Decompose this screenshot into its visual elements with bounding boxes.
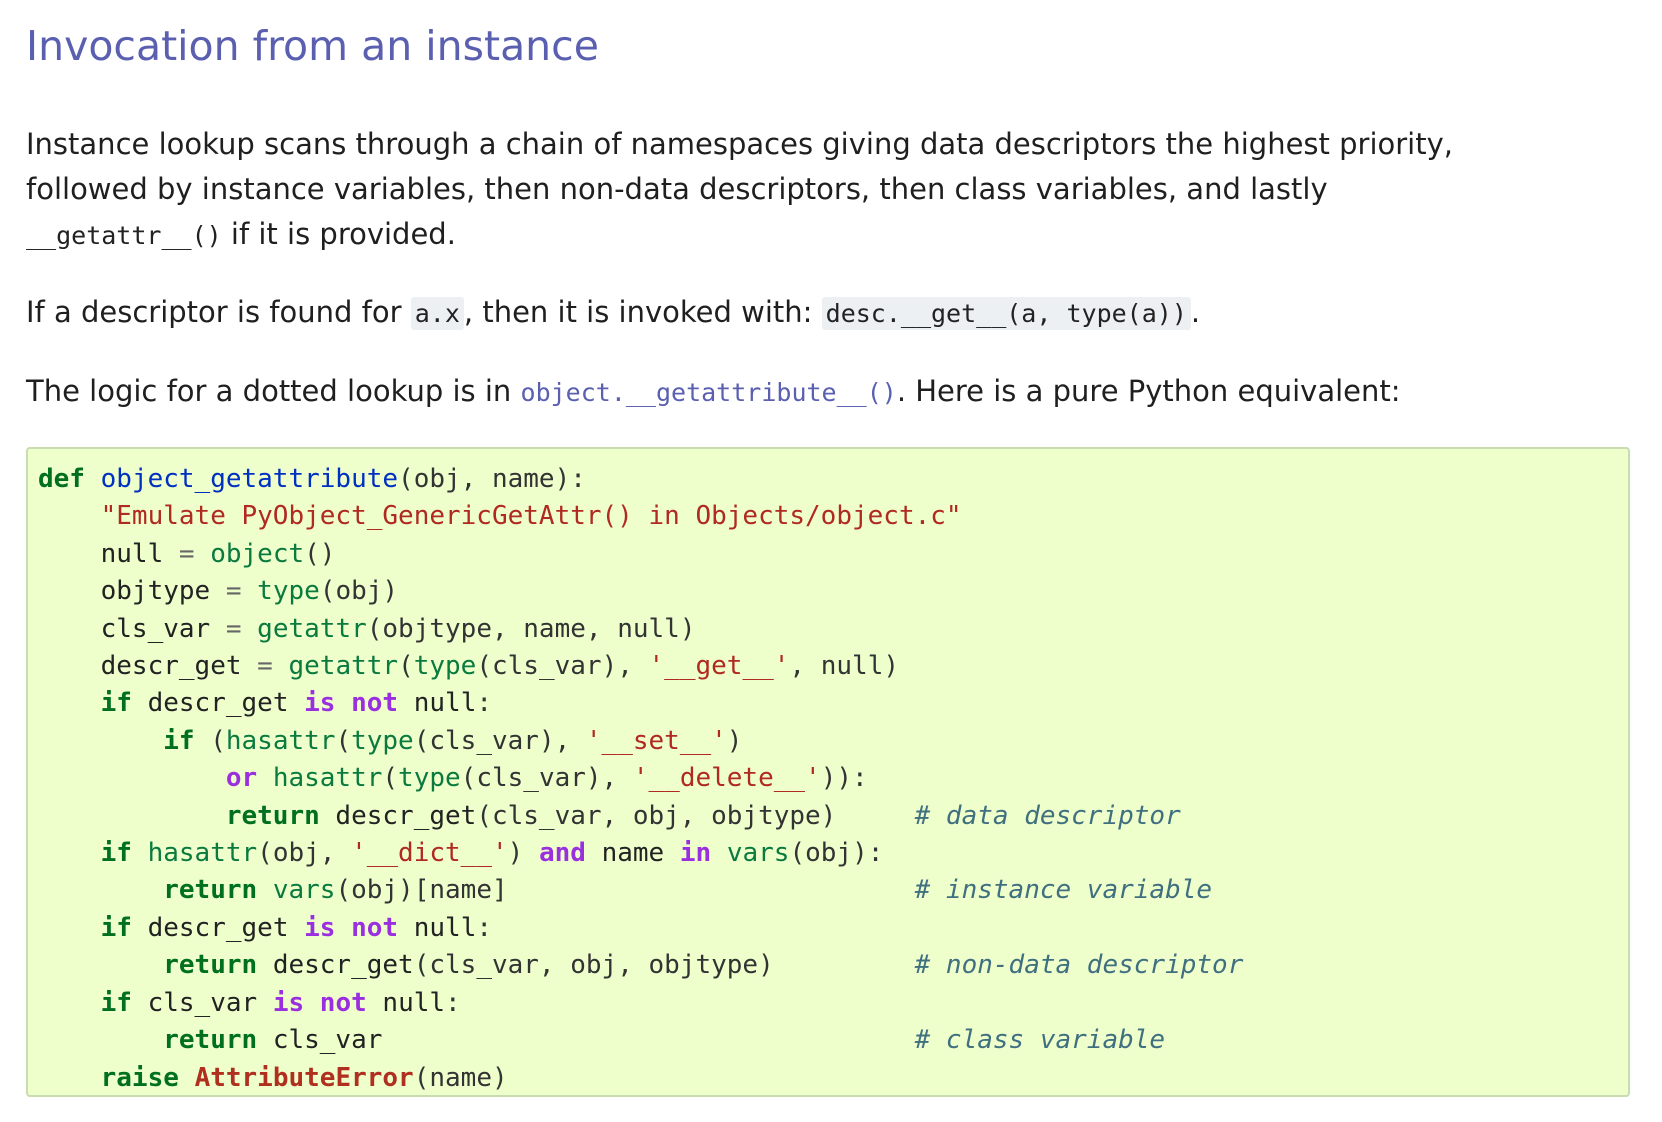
python-code: def object_getattribute(obj, name): "Emu… (38, 464, 1244, 1093)
paragraph-text: . Here is a pure Python equivalent: (896, 374, 1401, 408)
section-title: Invocation from an instance (26, 22, 599, 70)
inline-code-desc-get: desc.__get__(a, type(a)) (821, 297, 1191, 330)
code-comment: # class variable (914, 1025, 1166, 1056)
code-comment: # instance variable (914, 875, 1213, 906)
code-comment: # non-data descriptor (914, 950, 1244, 981)
paragraph-instance-lookup: Instance lookup scans through a chain of… (26, 122, 1453, 258)
inline-code-getattr: __getattr__() (26, 221, 222, 250)
paragraph-text: if it is provided. (221, 217, 456, 251)
paragraph-text: . (1190, 295, 1201, 329)
code-comment: # data descriptor (914, 800, 1181, 831)
inline-code-a-x: a.x (410, 297, 464, 330)
paragraph-text: The logic for a dotted lookup is in (26, 374, 521, 408)
paragraph-text: If a descriptor is found for (26, 295, 411, 329)
paragraph-descriptor-found: If a descriptor is found for a.x, then i… (26, 290, 1200, 336)
link-object-getattribute[interactable]: object.__getattribute__() (521, 378, 897, 407)
code-docstring: "Emulate PyObject_GenericGetAttr() in Ob… (100, 501, 962, 532)
code-block: def object_getattribute(obj, name): "Emu… (26, 447, 1630, 1097)
paragraph-line: Instance lookup scans through a chain of… (26, 127, 1453, 161)
paragraph-line: followed by instance variables, then non… (26, 172, 1328, 206)
paragraph-text: , then it is invoked with: (463, 295, 822, 329)
paragraph-dotted-lookup: The logic for a dotted lookup is in obje… (26, 369, 1401, 415)
